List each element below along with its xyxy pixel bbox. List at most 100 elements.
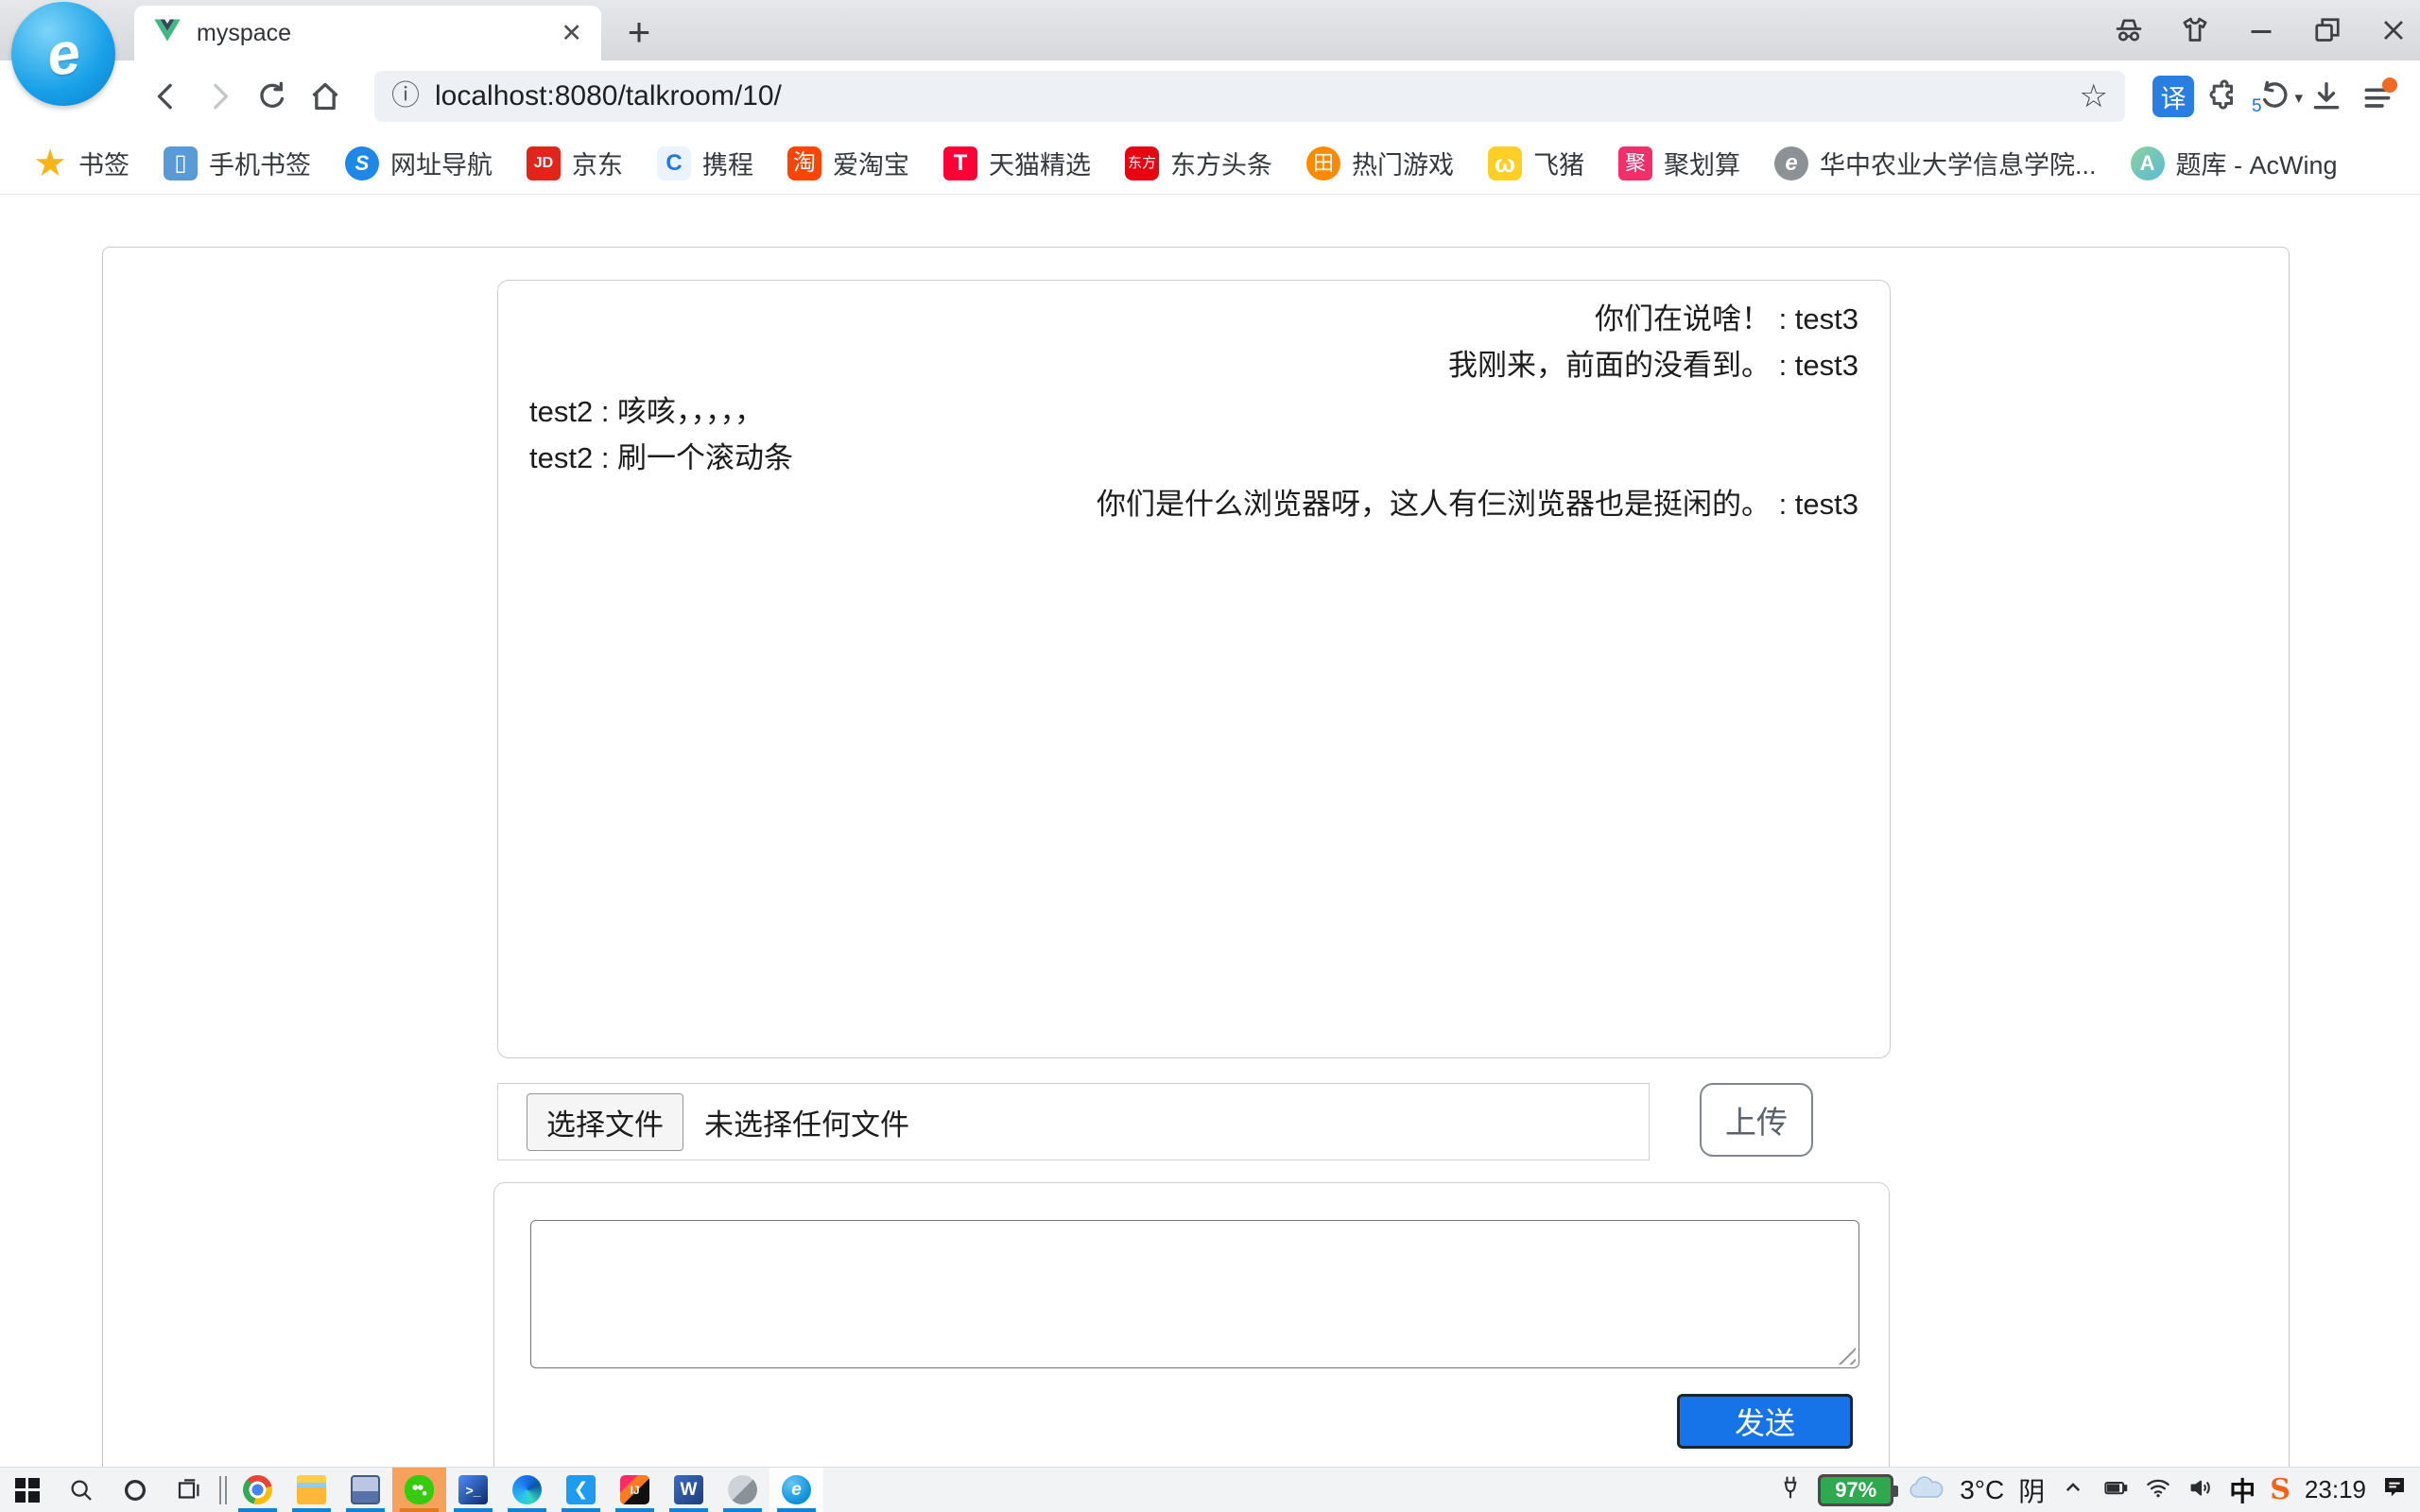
weather-condition[interactable]: 阴 <box>2018 1471 2045 1509</box>
cortana-button[interactable] <box>108 1468 162 1512</box>
bookmark-item-juhuasuan[interactable]: 聚 聚划算 <box>1604 140 1754 187</box>
sogou-input-icon[interactable]: S <box>2270 1473 2290 1506</box>
phone-icon: ▯ <box>164 146 198 180</box>
choose-file-button[interactable]: 选择文件 <box>527 1093 683 1151</box>
fliggy-pig-icon: ω <box>1488 146 1522 180</box>
taskbar-app-file-explorer[interactable] <box>285 1468 338 1512</box>
bookmark-item-nav[interactable]: S 网址导航 <box>331 140 507 187</box>
battery-icon[interactable] <box>2101 1473 2130 1506</box>
volume-icon[interactable] <box>2187 1473 2215 1506</box>
ctrip-icon: C <box>657 146 691 180</box>
address-bar[interactable]: ⓘ localhost:8080/talkroom/10/ ☆ <box>374 71 2125 122</box>
taskbar-separator <box>216 1468 231 1512</box>
hzau-icon: e <box>1774 146 1808 180</box>
menu-button[interactable] <box>2352 70 2403 123</box>
browser-logo[interactable]: e <box>11 2 115 106</box>
upload-button[interactable]: 上传 <box>1700 1083 1813 1157</box>
site-info-icon[interactable]: ⓘ <box>391 82 420 111</box>
file-explorer-icon <box>297 1475 326 1504</box>
bookmark-item-jd[interactable]: JD 京东 <box>512 140 637 187</box>
juhuasuan-icon: 聚 <box>1618 146 1652 180</box>
undo-history-button[interactable]: 5 ▾ <box>2250 70 2301 123</box>
bookmark-item-acwing[interactable]: A 题库 - AcWing <box>2117 140 2352 187</box>
tray-chevron-up-icon[interactable] <box>2059 1473 2087 1506</box>
home-button[interactable] <box>299 70 352 123</box>
battery-percent-badge[interactable]: 97% <box>1818 1474 1893 1506</box>
bookmark-item-mobile[interactable]: ▯ 手机书签 <box>149 140 325 187</box>
bookmark-star-icon[interactable]: ☆ <box>2080 80 2108 112</box>
restore-button[interactable] <box>2310 13 2344 47</box>
games-icon: 田 <box>1306 146 1340 180</box>
back-button[interactable] <box>140 70 193 123</box>
taobao-icon: 淘 <box>787 146 821 180</box>
chat-message: 我刚来，前面的没看到。 : test3 <box>529 342 1858 388</box>
browser-tab-myspace[interactable]: myspace ✕ <box>134 6 601 60</box>
browser-toolbar: ⓘ localhost:8080/talkroom/10/ ☆ 译 5 ▾ <box>0 60 2420 132</box>
intellij-idea-icon: IJ <box>620 1475 649 1504</box>
wifi-icon[interactable] <box>2144 1473 2172 1506</box>
acwing-icon: A <box>2131 146 2165 180</box>
tab-close-icon[interactable]: ✕ <box>561 21 582 46</box>
power-plug-icon <box>1777 1474 1804 1505</box>
theme-shirt-icon[interactable] <box>2178 13 2212 47</box>
taskbar-app-vscode[interactable]: ❮ <box>554 1468 608 1512</box>
running-indicator <box>346 1508 385 1512</box>
menu-notification-dot <box>2382 77 2397 93</box>
url-text[interactable]: localhost:8080/talkroom/10/ <box>435 80 2065 112</box>
running-indicator <box>669 1508 708 1512</box>
taskbar-search-button[interactable] <box>54 1468 108 1512</box>
taskbar-app-e-browser[interactable]: e <box>769 1468 823 1512</box>
taskbar-app-idea[interactable]: IJ <box>608 1468 662 1512</box>
message-textarea[interactable] <box>530 1220 1859 1368</box>
bookmark-item-dongfang[interactable]: 东方 东方头条 <box>1111 140 1287 187</box>
reload-button[interactable] <box>246 70 299 123</box>
weather-cloud-icon[interactable] <box>1908 1471 1945 1508</box>
taskbar-app-remote-desktop[interactable] <box>338 1468 392 1512</box>
word-icon: W <box>674 1475 703 1504</box>
bookmark-item-tmall[interactable]: T 天猫精选 <box>929 140 1105 187</box>
chat-message: 你们是什么浏览器呀，这人有仨浏览器也是挺闲的。 : test3 <box>529 481 1858 527</box>
weather-temperature[interactable]: 3°C <box>1960 1475 2004 1505</box>
taskbar-app-chrome[interactable] <box>231 1468 285 1512</box>
taskbar-clock[interactable]: 23:19 <box>2305 1475 2366 1504</box>
composer-panel: 发送 <box>493 1182 1890 1467</box>
file-status-text: 未选择任何文件 <box>704 1101 909 1143</box>
running-indicator <box>238 1508 277 1512</box>
ime-indicator[interactable]: 中 <box>2229 1471 2256 1509</box>
chat-message-panel[interactable]: 你们在说啥！ : test3 我刚来，前面的没看到。 : test3 test2… <box>497 280 1891 1058</box>
task-view-button[interactable] <box>162 1468 216 1512</box>
star-icon: ★ <box>33 146 67 180</box>
start-button[interactable] <box>0 1468 54 1512</box>
chrome-icon <box>243 1475 272 1504</box>
minimize-button[interactable] <box>2244 13 2278 47</box>
incognito-icon[interactable] <box>2112 13 2146 47</box>
taskbar-app-edge[interactable] <box>500 1468 554 1512</box>
running-indicator <box>723 1508 762 1512</box>
bookmark-item-fliggy[interactable]: ω 飞猪 <box>1474 140 1599 187</box>
bookmarks-bar: ★ 书签 ▯ 手机书签 S 网址导航 JD 京东 C 携程 淘 爱淘宝 T 天猫… <box>0 132 2420 195</box>
extensions-icon[interactable] <box>2199 70 2250 123</box>
downloads-button[interactable] <box>2301 70 2352 123</box>
taskbar-app-powershell[interactable]: >_ <box>446 1468 500 1512</box>
bookmark-item-hzau[interactable]: e 华中农业大学信息学院... <box>1760 140 2111 187</box>
photos-icon <box>728 1475 757 1504</box>
vue-favicon-icon <box>153 17 182 50</box>
bookmark-item-taobao[interactable]: 淘 爱淘宝 <box>773 140 924 187</box>
close-button[interactable] <box>2377 13 2411 47</box>
forward-button[interactable] <box>193 70 246 123</box>
translate-button[interactable]: 译 <box>2148 70 2199 123</box>
taskbar-app-photos[interactable] <box>716 1468 769 1512</box>
bookmark-item-ctrip[interactable]: C 携程 <box>643 140 768 187</box>
vscode-icon: ❮ <box>566 1475 596 1504</box>
bookmark-item-shuqian[interactable]: ★ 书签 <box>19 140 144 187</box>
bookmark-item-games[interactable]: 田 热门游戏 <box>1292 140 1468 187</box>
dongfang-icon: 东方 <box>1125 146 1159 180</box>
new-tab-button[interactable]: + <box>616 9 662 55</box>
browser-titlebar: myspace ✕ + e <box>0 0 2420 60</box>
notification-center-icon[interactable] <box>2380 1473 2409 1506</box>
send-button[interactable]: 发送 <box>1677 1394 1853 1449</box>
taskbar-app-wechat[interactable] <box>392 1468 446 1512</box>
taskbar-app-word[interactable]: W <box>662 1468 716 1512</box>
wechat-icon <box>405 1475 434 1504</box>
running-indicator <box>777 1508 816 1512</box>
